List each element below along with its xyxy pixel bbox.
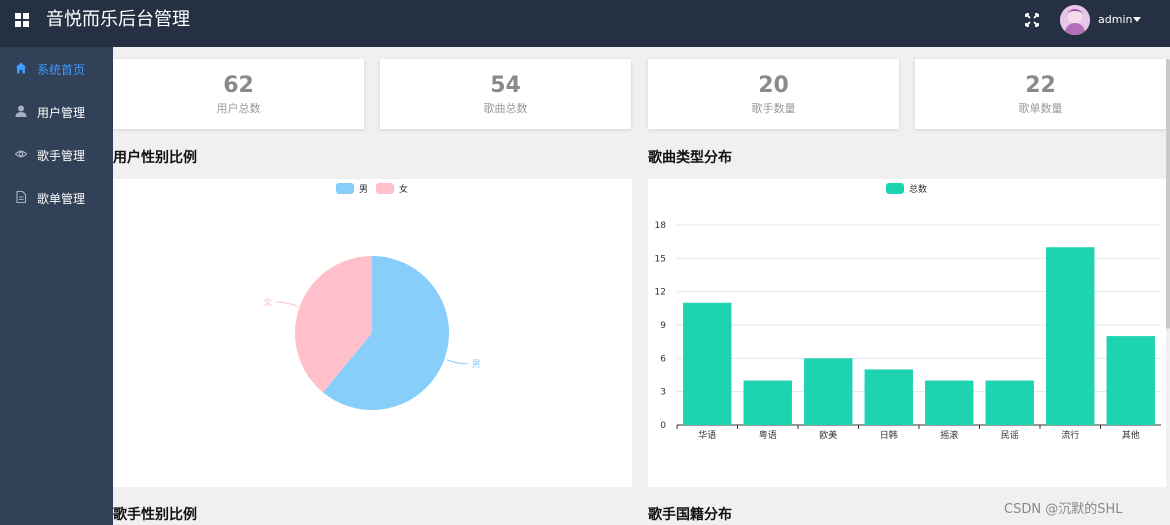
section-title-singer-nationality: 歌手国籍分布 [648, 507, 732, 523]
chevron-down-icon[interactable] [1133, 17, 1141, 22]
sidebar-item-label: 歌单管理 [37, 192, 86, 206]
legend-label: 女 [399, 183, 408, 195]
section-title-user-gender: 用户性别比例 [113, 150, 197, 166]
sidebar-item-home[interactable]: 系统首页 [0, 47, 113, 89]
y-tick-label: 12 [655, 288, 666, 298]
stat-card-songs: 54 歌曲总数 [380, 59, 631, 129]
stat-value: 20 [758, 73, 789, 98]
x-tick-label: 其他 [1122, 429, 1140, 441]
stat-card-singers: 20 歌手数量 [648, 59, 899, 129]
grid-menu-icon[interactable] [15, 13, 29, 27]
user-icon [15, 105, 27, 117]
section-title-song-types: 歌曲类型分布 [648, 150, 732, 166]
stat-card-users: 62 用户总数 [113, 59, 364, 129]
page-scrollbar[interactable] [1166, 59, 1170, 329]
x-tick-label: 欧美 [819, 429, 837, 441]
home-icon [15, 62, 27, 74]
y-tick-label: 9 [660, 321, 666, 331]
bar [743, 380, 792, 425]
stat-label: 歌单数量 [1018, 102, 1063, 115]
sidebar-item-label: 系统首页 [37, 63, 86, 77]
x-tick-label: 流行 [1061, 429, 1079, 441]
bar [925, 380, 974, 425]
x-tick-label: 华语 [698, 429, 716, 441]
stat-label: 歌手数量 [751, 102, 796, 115]
username[interactable]: admin [1098, 13, 1132, 26]
user-gender-chart-panel: 男女男女 [113, 179, 632, 487]
x-tick-label: 民谣 [1001, 429, 1019, 441]
stat-value: 22 [1025, 73, 1056, 98]
avatar-image [1060, 5, 1090, 35]
sidebar-item-playlists[interactable]: 歌单管理 [0, 176, 113, 218]
sidebar: 系统首页 用户管理 歌手管理 歌单管理 [0, 47, 113, 525]
y-tick-label: 15 [655, 254, 666, 264]
y-tick-label: 6 [660, 354, 666, 364]
bar [864, 369, 913, 425]
sidebar-item-label: 用户管理 [37, 106, 86, 120]
stat-value: 62 [223, 73, 254, 98]
section-title-singer-gender: 歌手性别比例 [113, 507, 197, 523]
avatar[interactable] [1060, 5, 1090, 35]
stat-card-playlists: 22 歌单数量 [915, 59, 1166, 129]
sidebar-item-label: 歌手管理 [37, 149, 86, 163]
eye-icon [15, 150, 27, 158]
x-tick-label: 粤语 [759, 429, 777, 441]
document-icon [16, 191, 27, 203]
legend-label: 男 [359, 184, 368, 195]
bar [1046, 247, 1095, 425]
sidebar-item-users[interactable]: 用户管理 [0, 90, 113, 132]
song-type-chart-panel: 总数 0 3 6 9 12 15 18 华语 粤语 欧美 日韩 摇滚 民谣 流行 其他 [648, 179, 1166, 487]
pie-label: 女 [263, 296, 272, 308]
legend-label: 总数 [909, 183, 927, 195]
fullscreen-icon[interactable] [1025, 13, 1039, 27]
legend-swatch [336, 183, 354, 194]
watermark: CSDN @沉默的SHL [1004, 502, 1123, 517]
x-tick-label: 日韩 [880, 429, 898, 441]
user-gender-pie-chart: 男女男女 [263, 183, 481, 410]
bar [985, 380, 1034, 425]
pie-label-line [276, 301, 298, 307]
top-header: 音悦而乐后台管理 admin [0, 0, 1170, 47]
y-tick-label: 18 [655, 221, 667, 231]
legend-swatch [376, 183, 394, 194]
stat-label: 用户总数 [216, 102, 261, 115]
bar [683, 302, 732, 425]
y-tick-label: 0 [660, 421, 666, 431]
stat-value: 54 [490, 73, 521, 98]
legend-swatch [886, 183, 904, 194]
sidebar-item-singers[interactable]: 歌手管理 [0, 133, 113, 175]
pie-label: 男 [472, 359, 481, 370]
bar [804, 358, 853, 425]
app-title: 音悦而乐后台管理 [46, 9, 190, 30]
pie-label-line [446, 359, 468, 365]
y-tick-label: 3 [660, 388, 666, 398]
stat-label: 歌曲总数 [483, 102, 528, 115]
x-tick-label: 摇滚 [940, 429, 958, 441]
bar [1106, 336, 1155, 425]
song-type-bar-chart: 总数 0 3 6 9 12 15 18 华语 粤语 欧美 日韩 摇滚 民谣 流行 其他 [655, 183, 1161, 441]
